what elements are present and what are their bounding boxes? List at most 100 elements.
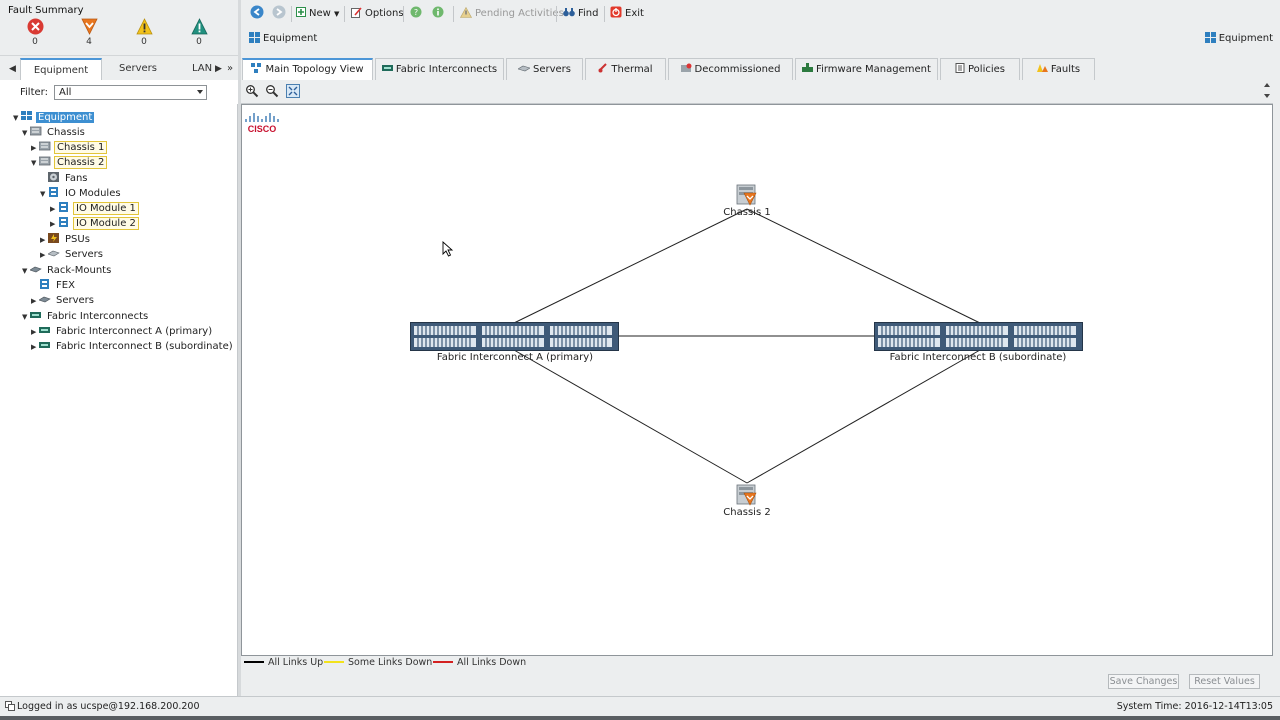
tree-expand-icon[interactable]: ▶ <box>31 325 39 339</box>
toolbar-divider <box>344 6 345 22</box>
tree-item-io-module-1[interactable]: ▶ IO Module 1 <box>50 202 139 216</box>
link-fi-b-chassis2[interactable] <box>746 349 981 484</box>
tab-thermal[interactable]: Thermal <box>585 58 666 80</box>
tree-item-fabric-interconnects[interactable]: ▼ Fabric Interconnects <box>22 310 150 324</box>
options-button-label: Options <box>365 8 404 19</box>
fit-to-window-icon[interactable] <box>286 84 300 98</box>
tree-item-psus[interactable]: ▶ PSUs <box>40 233 92 247</box>
nav-tab-equipment[interactable]: Equipment <box>20 58 102 80</box>
tree-expand-icon[interactable]: ▶ <box>40 233 48 247</box>
nav-tab-servers[interactable]: Servers <box>104 58 172 80</box>
link-chassis1-fi-a[interactable] <box>513 208 748 324</box>
major-fault-count: 4 <box>86 37 92 47</box>
topology-links <box>513 184 981 506</box>
tree-expand-icon[interactable]: ▶ <box>31 141 39 155</box>
toolbar-divider <box>291 6 292 22</box>
tree-item-label: Equipment <box>36 112 95 123</box>
tree-item-chassis-servers[interactable]: ▶ Servers <box>40 248 105 262</box>
tree-collapse-icon[interactable]: ▼ <box>13 111 21 125</box>
breadcrumb-label[interactable]: Equipment <box>263 33 317 44</box>
login-status-text: Logged in as ucspe@192.168.200.200 <box>17 701 200 712</box>
tree-collapse-icon[interactable]: ▼ <box>22 310 30 324</box>
forward-button[interactable] <box>272 5 289 22</box>
tree-expand-icon[interactable]: ▶ <box>50 202 58 216</box>
tab-servers[interactable]: Servers <box>506 58 583 80</box>
new-button[interactable]: New ▼ <box>296 6 339 22</box>
content-scrollbar[interactable] <box>1262 80 1272 104</box>
fabric-interconnect-icon <box>30 310 42 320</box>
tab-label: Faults <box>1050 64 1081 75</box>
tree-item-rack-mounts[interactable]: ▼ Rack-Mounts <box>22 264 113 278</box>
fex-icon <box>39 279 51 289</box>
link-fi-a-chassis2[interactable] <box>513 349 748 484</box>
chassis-icon <box>38 141 51 151</box>
back-button[interactable] <box>250 5 267 22</box>
zoom-out-icon[interactable] <box>265 84 279 98</box>
tree-item-fi-b[interactable]: ▶ Fabric Interconnect B (subordinate) <box>31 340 235 354</box>
tree-expand-icon[interactable]: ▶ <box>50 217 58 231</box>
minor-fault-count: 0 <box>141 37 147 47</box>
help-button[interactable]: ? <box>410 6 425 22</box>
link-chassis1-fi-b[interactable] <box>746 208 981 324</box>
tree-item-chassis[interactable]: ▼ Chassis <box>22 126 87 140</box>
fabric-interconnect-a-node[interactable] <box>410 322 619 352</box>
tab-label: Policies <box>968 64 1005 75</box>
chassis-icon <box>29 126 42 136</box>
tree-item-equipment[interactable]: ▼ Equipment <box>13 111 95 125</box>
critical-fault[interactable]: 0 <box>23 18 47 47</box>
find-button[interactable]: Find <box>563 6 599 22</box>
scroll-down-icon[interactable] <box>1264 94 1270 98</box>
pending-activities-button[interactable]: Pending Activities <box>460 6 564 22</box>
tree-expand-icon[interactable]: ▶ <box>40 248 48 262</box>
tree-item-io-module-2[interactable]: ▶ IO Module 2 <box>50 217 139 231</box>
tree-collapse-icon[interactable]: ▼ <box>22 264 30 278</box>
legend-all-links-up: All Links Up <box>244 657 323 668</box>
filter-select[interactable]: All <box>54 85 207 100</box>
context-label: Equipment <box>1204 31 1273 47</box>
tab-faults[interactable]: Faults <box>1022 58 1095 80</box>
tree-collapse-icon[interactable]: ▼ <box>40 187 48 201</box>
firmware-icon <box>802 63 814 72</box>
server-icon <box>38 294 51 304</box>
scroll-up-icon[interactable] <box>1264 83 1270 87</box>
tab-firmware-management[interactable]: Firmware Management <box>795 58 938 80</box>
info-icon <box>432 6 444 18</box>
tree-expand-icon[interactable]: ▶ <box>31 340 39 354</box>
tab-decommissioned[interactable]: Decommissioned <box>668 58 793 80</box>
tree-item-fex[interactable]: FEX <box>31 279 77 293</box>
tab-overflow-icon[interactable]: » <box>227 58 233 80</box>
thermometer-icon <box>598 63 608 73</box>
tree-item-fi-a[interactable]: ▶ Fabric Interconnect A (primary) <box>31 325 214 339</box>
pending-warning-icon <box>460 6 472 18</box>
tree-item-rack-servers[interactable]: ▶ Servers <box>31 294 96 308</box>
tab-policies[interactable]: Policies <box>940 58 1020 80</box>
chassis-1-node[interactable] <box>736 184 757 206</box>
tree-collapse-icon[interactable]: ▼ <box>31 156 39 170</box>
tree-collapse-icon[interactable]: ▼ <box>22 126 30 140</box>
info-button[interactable] <box>432 6 447 22</box>
tab-main-topology[interactable]: Main Topology View <box>242 58 373 80</box>
nav-tab-lan[interactable]: LAN <box>174 58 214 80</box>
fabric-interconnect-b-node[interactable] <box>874 322 1083 352</box>
options-button[interactable]: Options <box>351 6 404 22</box>
major-fault[interactable]: 4 <box>77 18 101 47</box>
save-changes-button[interactable]: Save Changes <box>1108 674 1179 689</box>
chassis-2-node[interactable] <box>736 484 757 506</box>
filter-select-value: All <box>59 87 72 98</box>
tree-item-io-modules[interactable]: ▼ IO Modules <box>40 187 123 201</box>
minor-fault[interactable]: 0 <box>132 18 156 47</box>
toolbar-divider <box>556 6 557 22</box>
zoom-in-icon[interactable] <box>245 84 259 98</box>
tab-fabric-interconnects[interactable]: Fabric Interconnects <box>375 58 504 80</box>
tab-scroll-left-icon[interactable]: ◀ <box>9 58 16 80</box>
tree-item-chassis-2[interactable]: ▼ Chassis 2 <box>31 156 108 170</box>
psu-icon <box>48 233 60 243</box>
pending-activities-label: Pending Activities <box>475 8 564 19</box>
warning-fault[interactable]: 0 <box>187 18 211 47</box>
exit-button[interactable]: Exit <box>610 6 644 22</box>
tree-item-fans[interactable]: Fans <box>40 172 90 186</box>
tab-scroll-right-icon[interactable]: ▶ <box>215 58 222 80</box>
reset-values-button[interactable]: Reset Values <box>1189 674 1260 689</box>
tree-expand-icon[interactable]: ▶ <box>31 294 39 308</box>
tree-item-chassis-1[interactable]: ▶ Chassis 1 <box>31 141 108 155</box>
